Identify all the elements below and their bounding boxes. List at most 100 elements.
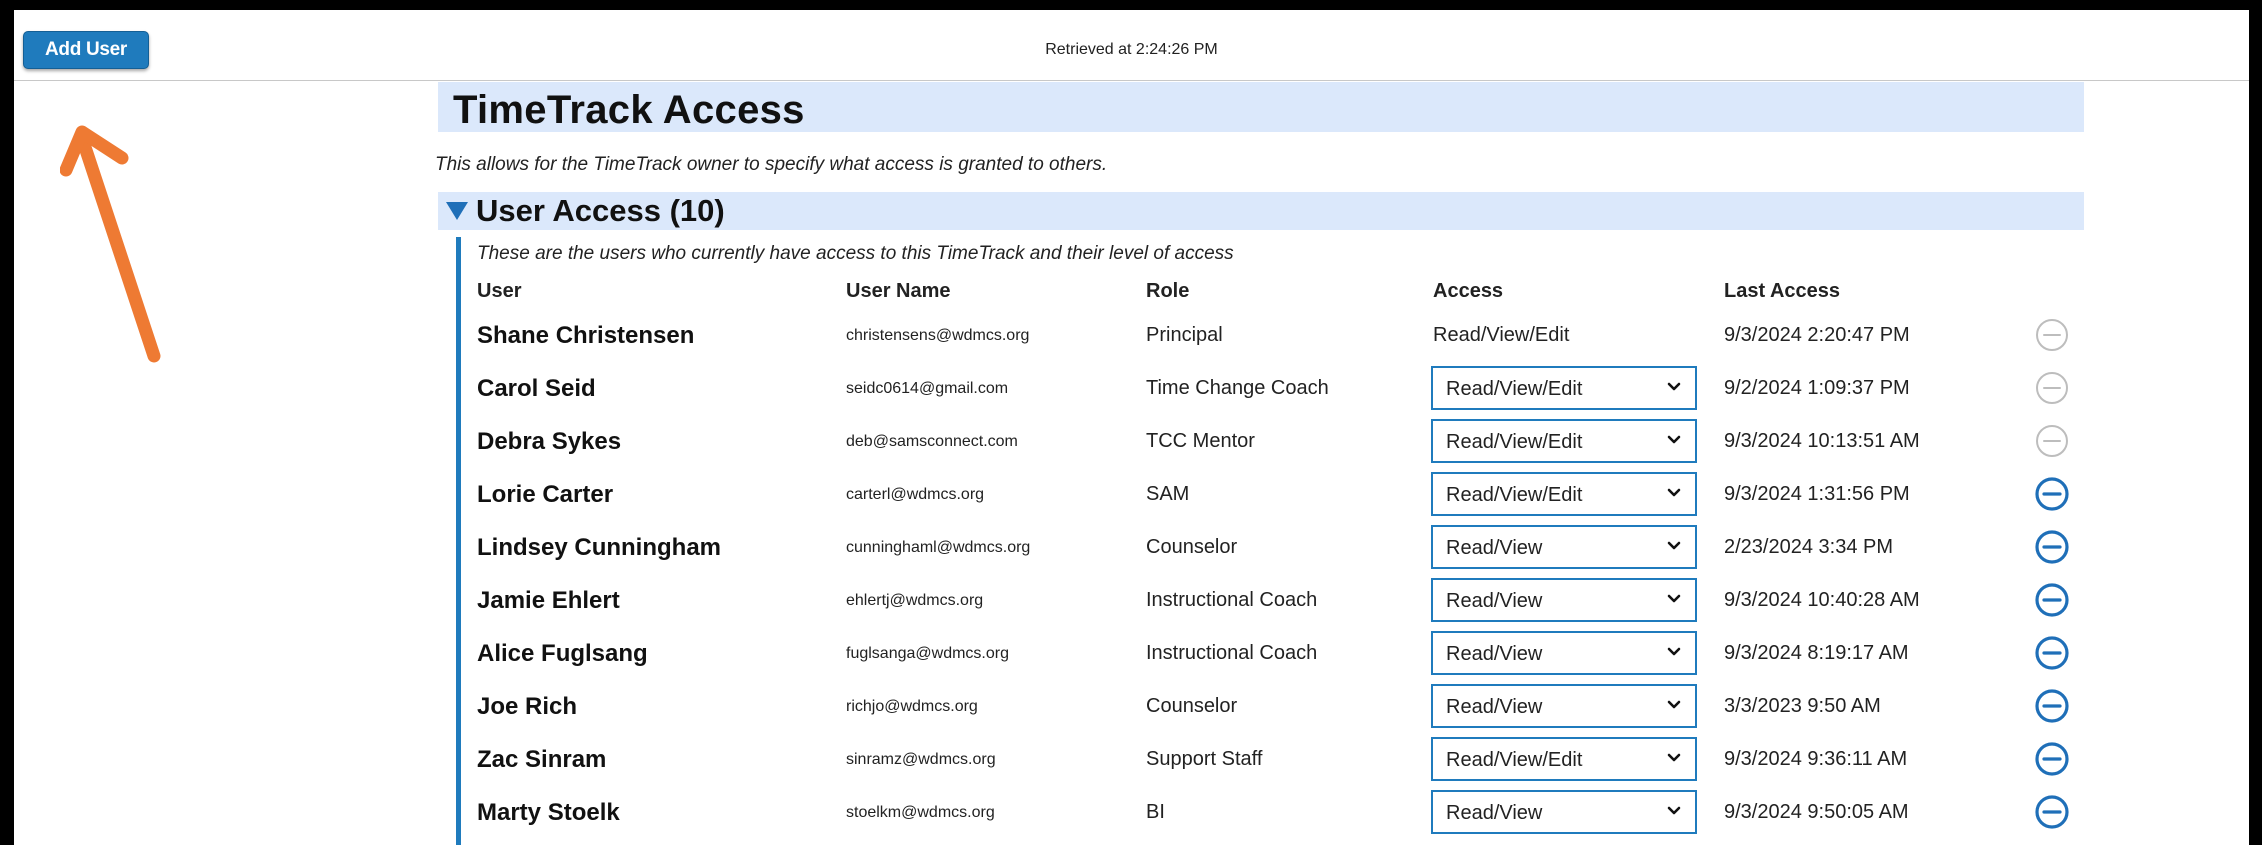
minus-circle-icon[interactable] <box>2034 741 2070 777</box>
user-role: Principal <box>1146 324 1223 346</box>
user-role: TCC Mentor <box>1146 430 1255 452</box>
user-email: fuglsanga@wdmcs.org <box>846 645 1009 662</box>
user-full-name: Debra Sykes <box>477 428 622 455</box>
column-header-access: Access <box>1433 280 1504 302</box>
column-header-role: Role <box>1146 280 1190 302</box>
user-role: Instructional Coach <box>1146 589 1318 611</box>
last-access-time: 9/3/2024 10:13:51 AM <box>1724 430 1920 452</box>
table-row: Zac Sinram sinramz@wdmcs.org Support Staff… <box>461 736 2069 789</box>
user-email: cunninghaml@wdmcs.org <box>846 539 1031 556</box>
access-level-select[interactable]: Read/View <box>1431 525 1697 569</box>
section-title: User Access (10) <box>476 193 725 228</box>
top-toolbar: Add User Retrieved at 2:24:26 PM <box>14 10 2249 81</box>
access-level-select[interactable]: Read/View <box>1431 631 1697 675</box>
chevron-down-icon <box>1667 647 1681 656</box>
user-full-name: Joe Rich <box>477 693 578 720</box>
chevron-down-icon <box>1667 488 1681 497</box>
user-full-name: Lindsey Cunningham <box>477 534 722 561</box>
last-access-time: 9/3/2024 8:19:17 AM <box>1724 642 1909 664</box>
annotation-arrow-icon <box>60 125 161 363</box>
user-full-name: Lorie Carter <box>477 481 614 508</box>
page-title-bar: TimeTrack Access <box>438 82 2084 132</box>
chevron-down-icon <box>1667 806 1681 815</box>
table-row: Debra Sykes deb@samsconnect.com TCC Mentor… <box>461 418 2068 471</box>
user-email: stoelkm@wdmcs.org <box>846 804 995 821</box>
column-header-user: User <box>477 280 522 302</box>
user-full-name: Alice Fuglsang <box>477 640 648 667</box>
page-title: TimeTrack Access <box>453 88 805 132</box>
minus-circle-icon <box>2036 372 2068 404</box>
access-level-value: Read/View/Edit <box>1446 484 1583 506</box>
chevron-down-icon <box>1667 382 1681 391</box>
user-full-name: Marty Stoelk <box>477 799 620 826</box>
last-access-time: 9/3/2024 2:20:47 PM <box>1724 324 1910 346</box>
user-role: Instructional Coach <box>1146 642 1318 664</box>
last-access-time: 9/3/2024 10:40:28 AM <box>1724 589 1920 611</box>
user-access-section: These are the users who currently have a… <box>456 237 2081 845</box>
user-access-section-header[interactable]: User Access (10) <box>438 192 2084 230</box>
chevron-down-icon <box>1667 541 1681 550</box>
user-role: SAM <box>1146 483 1190 505</box>
column-header-last-access: Last Access <box>1724 280 1840 302</box>
minus-circle-icon[interactable] <box>2034 582 2070 618</box>
access-level-value: Read/View <box>1446 802 1543 824</box>
minus-circle-icon <box>2036 319 2068 351</box>
user-role: Time Change Coach <box>1146 377 1329 399</box>
section-description: These are the users who currently have a… <box>477 243 1234 264</box>
user-email: deb@samsconnect.com <box>846 433 1018 450</box>
table-row: Carol Seid seidc0614@gmail.com Time Change… <box>461 365 2068 418</box>
access-level-value: Read/View <box>1446 643 1543 665</box>
access-level-value: Read/View <box>1446 590 1543 612</box>
access-level-select[interactable]: Read/View/Edit <box>1431 472 1697 516</box>
access-level-value: Read/View/Edit <box>1446 378 1583 400</box>
triangle-down-icon[interactable] <box>446 202 468 220</box>
user-email: richjo@wdmcs.org <box>846 698 978 715</box>
minus-circle-icon <box>2036 425 2068 457</box>
minus-circle-icon[interactable] <box>2034 688 2070 724</box>
table-row: Shane Christensen christensens@wdmcs.org P… <box>461 312 2068 365</box>
access-level-value: Read/View <box>1446 537 1543 559</box>
chevron-down-icon <box>1667 753 1681 762</box>
user-role: Support Staff <box>1146 748 1263 770</box>
user-full-name: Jamie Ehlert <box>477 587 620 614</box>
access-level-value: Read/View <box>1446 696 1543 718</box>
user-full-name: Zac Sinram <box>477 746 607 773</box>
minus-circle-icon[interactable] <box>2034 476 2070 512</box>
table-row: Lindsey Cunningham cunninghaml@wdmcs.org C… <box>461 524 2069 577</box>
last-access-time: 9/2/2024 1:09:37 PM <box>1724 377 1910 399</box>
retrieved-timestamp: Retrieved at 2:24:26 PM <box>1045 41 1218 58</box>
minus-circle-icon[interactable] <box>2034 529 2070 565</box>
access-level-select[interactable]: Read/View <box>1431 790 1697 834</box>
last-access-time: 9/3/2024 9:50:05 AM <box>1724 801 1909 823</box>
access-level-value: Read/View/Edit <box>1446 431 1583 453</box>
access-level-readonly: Read/View/Edit <box>1433 324 1570 346</box>
last-access-time: 3/3/2023 9:50 AM <box>1724 695 1881 717</box>
table-row: Lorie Carter carterl@wdmcs.org SAM Read/Vie… <box>461 471 2069 524</box>
access-level-select[interactable]: Read/View/Edit <box>1431 737 1697 781</box>
access-level-value: Read/View/Edit <box>1446 749 1583 771</box>
table-row: Marty Stoelk stoelkm@wdmcs.org BI Read/View… <box>461 789 2069 842</box>
user-email: christensens@wdmcs.org <box>846 327 1030 344</box>
column-header-user-name: User Name <box>846 280 951 302</box>
user-email: ehlertj@wdmcs.org <box>846 592 984 609</box>
access-level-select[interactable]: Read/View/Edit <box>1431 419 1697 463</box>
chevron-down-icon <box>1667 700 1681 709</box>
user-full-name: Shane Christensen <box>477 322 695 349</box>
chevron-down-icon <box>1667 435 1681 444</box>
minus-circle-icon[interactable] <box>2034 794 2070 830</box>
access-level-select[interactable]: Read/View/Edit <box>1431 366 1697 410</box>
table-row: Joe Rich richjo@wdmcs.org Counselor Read/Vi… <box>461 683 2069 736</box>
chevron-down-icon <box>1667 594 1681 603</box>
last-access-time: 2/23/2024 3:34 PM <box>1724 536 1894 558</box>
user-email: seidc0614@gmail.com <box>846 380 1009 397</box>
user-full-name: Carol Seid <box>477 375 596 402</box>
user-role: Counselor <box>1146 536 1238 558</box>
user-email: carterl@wdmcs.org <box>846 486 985 503</box>
access-level-select[interactable]: Read/View <box>1431 578 1697 622</box>
table-row: Alice Fuglsang fuglsanga@wdmcs.org Instruc… <box>461 630 2069 683</box>
access-level-select[interactable]: Read/View <box>1431 684 1697 728</box>
last-access-time: 9/3/2024 1:31:56 PM <box>1724 483 1910 505</box>
user-role: BI <box>1146 801 1165 823</box>
minus-circle-icon[interactable] <box>2034 635 2070 671</box>
app-window: Add User Retrieved at 2:24:26 PM TimeTra… <box>14 10 2249 845</box>
